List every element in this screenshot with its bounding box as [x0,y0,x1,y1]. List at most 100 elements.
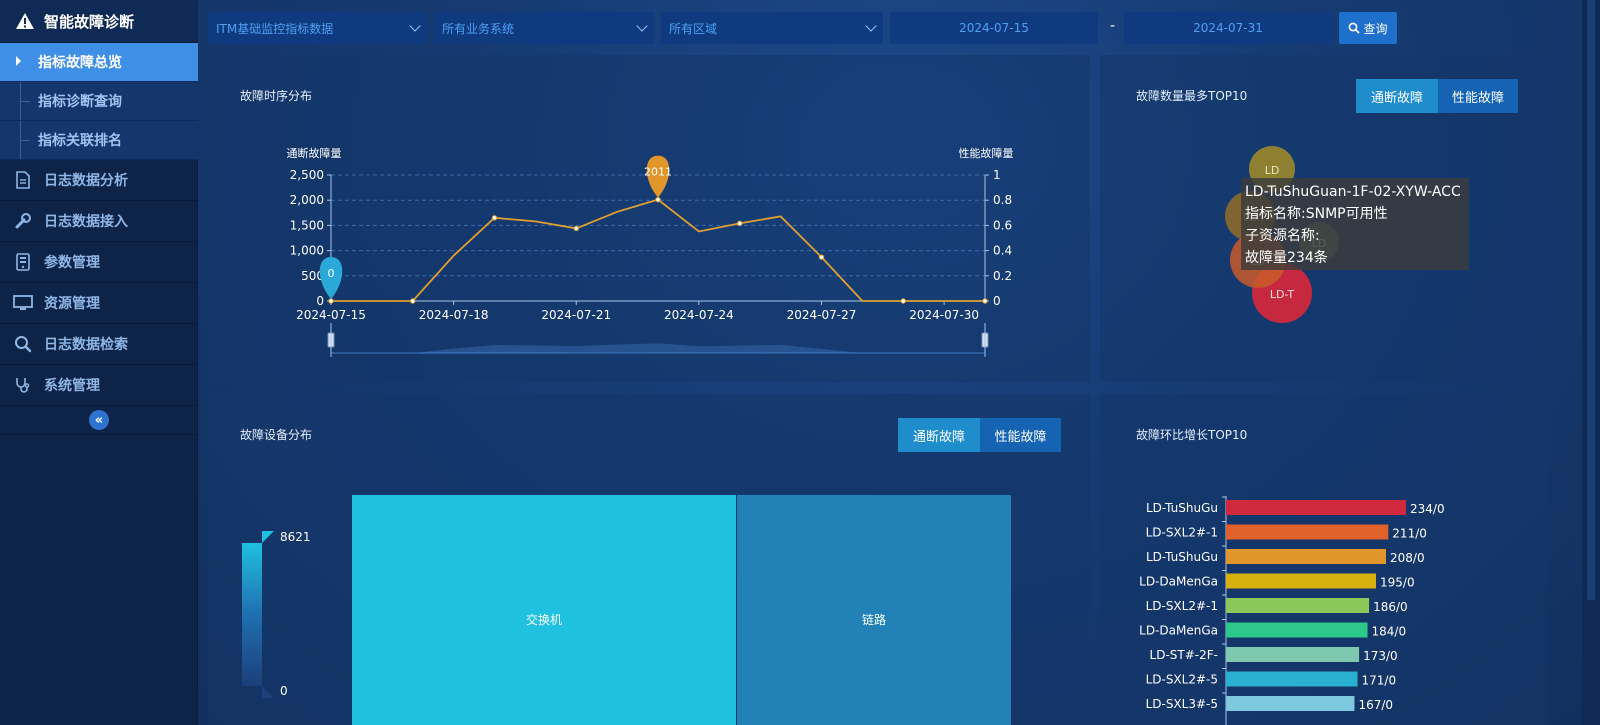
sidebar-item-label: 日志数据分析 [44,173,128,189]
business-select-value: 所有业务系统 [442,21,515,36]
sidebar-item-label: 日志数据检索 [44,337,128,353]
sidebar-header[interactable]: 智能故障诊断 [0,0,198,43]
chevron-down-icon [636,20,648,32]
category-label: LD-DaMenGa [1139,575,1218,589]
category-label: LD-TuShuGu [1146,550,1218,564]
sidebar: 智能故障诊断 指标故障总览 指标诊断查询 指标关联排名 日志数据分析 日志数据接… [0,0,198,725]
category-label: LD-TuShuGu [1146,501,1218,515]
timeline-panel: 故障时序分布 通断故障量 性能故障量 0 500 1,000 1,500 2,000 2,50… [208,55,1090,382]
bar-value-label: 211/0 [1392,527,1427,541]
x-tick-label: 2024-07-30 [909,308,979,322]
end-date-input[interactable]: 2024-07-31 [1124,12,1332,44]
visual-map-handle-bottom[interactable] [262,686,274,698]
region-select[interactable]: 所有区域 [661,12,883,44]
scrollbar-thumb[interactable] [1587,0,1595,600]
bar[interactable] [1226,598,1370,613]
category-label: LD-SXL2#-5 [1146,673,1218,687]
y-tick-label: 0 [316,294,324,308]
bar-value-label: 186/0 [1373,600,1408,614]
sidebar-item-label: 系统管理 [44,378,100,394]
bar-value-label: 234/0 [1410,502,1445,516]
marker-label: 0 [328,267,335,280]
bar-value-label: 167/0 [1358,698,1393,712]
sidebar-item-log-ingest[interactable]: 日志数据接入 [0,201,198,242]
growth-panel: 故障环比增长TOP10 LD-TuShuGu 234/0 LD-SXL2#-1 211… [1100,394,1548,725]
growth-bar-chart: LD-TuShuGu 234/0 LD-SXL2#-1 211/0 LD-TuShuGu… [1139,496,1445,725]
data-point[interactable] [410,298,416,304]
main-area: ITM基础监控指标数据 所有业务系统 所有区域 2024-07-15 - 202… [198,0,1600,725]
sidebar-item-label: 日志数据接入 [44,214,128,230]
start-date-value: 2024-07-15 [959,21,1029,35]
sidebar-item-log-search[interactable]: 日志数据检索 [0,324,198,365]
start-date-input[interactable]: 2024-07-15 [890,12,1098,44]
bar[interactable] [1226,573,1376,589]
bar[interactable] [1226,671,1358,687]
category-label: LD-SXL3#-5 [1146,697,1218,711]
data-point[interactable] [737,220,743,227]
x-tick-label: 2024-07-15 [296,308,366,322]
data-point[interactable] [655,196,661,203]
chevron-down-icon [865,20,877,32]
marker-label: 2011 [644,166,672,179]
query-button-label: 查询 [1363,21,1388,36]
y-right-tick-label: 0.8 [993,193,1012,207]
x-tick-label: 2024-07-27 [787,308,857,322]
sidebar-item-parameters[interactable]: 参数管理 [0,242,198,283]
sidebar-item-correlation-ranking[interactable]: 指标关联排名 [0,121,198,160]
date-separator: - [1110,18,1116,34]
sidebar-item-diagnosis-query[interactable]: 指标诊断查询 [0,82,198,121]
y-right-tick-label: 0.4 [993,244,1012,258]
treemap-cell-switch[interactable] [352,495,736,725]
bubble-label: LD [1265,164,1280,177]
sidebar-item-label: 指标关联排名 [38,133,122,149]
data-point[interactable] [818,254,825,260]
bar[interactable] [1226,500,1406,515]
sidebar-item-system[interactable]: 系统管理 [0,365,198,406]
sidebar-item-label: 参数管理 [44,255,100,271]
business-select[interactable]: 所有业务系统 [434,12,654,44]
wrench-icon [12,210,34,232]
warning-icon [14,10,36,32]
treemap-cell-link[interactable] [737,495,1011,725]
data-point[interactable] [328,298,334,304]
y-tick-label: 2,500 [290,168,324,182]
category-label: LD-ST#-2F- [1150,648,1218,662]
y-right-tick-label: 1 [993,168,1001,182]
visual-map-bar[interactable] [242,543,262,686]
data-point[interactable] [982,298,988,304]
bar[interactable] [1226,647,1360,662]
visual-map-handle-top[interactable] [262,531,274,543]
category-label: LD-SXL2#-1 [1146,599,1218,613]
category-label: LD-DaMenGa [1139,624,1218,638]
monitor-icon [12,292,34,314]
sidebar-item-fault-overview[interactable]: 指标故障总览 [0,43,198,82]
data-point[interactable] [491,215,498,221]
query-button[interactable]: 查询 [1339,12,1397,44]
visual-map-max: 8621 [280,530,311,544]
bar[interactable] [1226,524,1389,540]
data-point[interactable] [900,298,906,304]
tooltip-metric: 指标名称:SNMP可用性 [1245,206,1388,222]
sidebar-item-resources[interactable]: 资源管理 [0,283,198,324]
bar[interactable] [1226,549,1386,564]
dataset-select[interactable]: ITM基础监控指标数据 [208,12,427,44]
stethoscope-icon [12,374,34,396]
y-tick-label: 2,000 [290,193,324,207]
vertical-scrollbar[interactable] [1582,0,1600,725]
collapse-icon[interactable]: « [89,410,109,430]
y-axis-right-label: 性能故障量 [959,146,1014,160]
chevron-down-icon [409,20,421,32]
data-point[interactable] [573,225,579,232]
bubble-label: LD-T [1270,288,1295,301]
tooltip-subresource: 子资源名称: [1245,228,1320,244]
category-label: LD-SXL2#-1 [1146,526,1218,540]
bar[interactable] [1226,696,1355,711]
visual-map-min: 0 [280,684,288,698]
bar[interactable] [1226,622,1368,638]
sidebar-item-label: 指标故障总览 [38,55,122,71]
sidebar-item-log-analysis[interactable]: 日志数据分析 [0,160,198,201]
sidebar-item-label: 指标诊断查询 [38,94,122,110]
x-tick-label: 2024-07-18 [419,308,489,322]
y-tick-label: 1,500 [290,218,324,232]
device-panel: 故障设备分布 通断故障 性能故障 8621 0 交换机 链路 [208,394,1090,725]
